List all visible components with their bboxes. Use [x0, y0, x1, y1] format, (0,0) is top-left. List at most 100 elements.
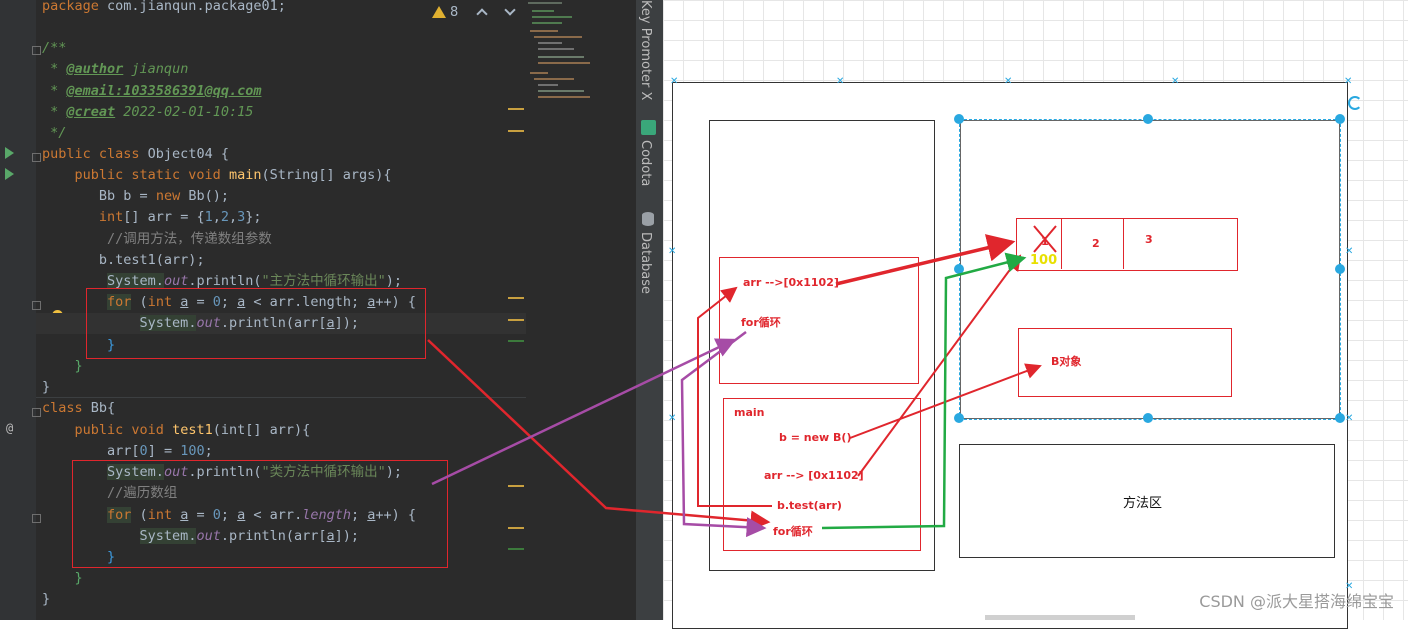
- b-new-label[interactable]: b = new B(): [779, 431, 851, 444]
- minimap-line: [538, 62, 590, 64]
- code-line-brace[interactable]: }: [42, 377, 50, 398]
- inspection-toolbar: 8: [432, 2, 516, 22]
- code-line-brace[interactable]: }: [42, 356, 83, 377]
- code-line-doc-author[interactable]: * @author jianqun: [42, 59, 188, 80]
- array-cell-3-value[interactable]: 3: [1145, 233, 1153, 246]
- tool-tab-codota[interactable]: Codota: [638, 140, 653, 186]
- fold-icon[interactable]: [32, 153, 41, 162]
- run-class-icon[interactable]: [5, 147, 14, 159]
- resize-handle[interactable]: [1335, 264, 1345, 274]
- minimap-line: [538, 56, 584, 58]
- code-line-doc-close[interactable]: */: [42, 123, 66, 144]
- code-line-class-object04[interactable]: public class Object04 {: [42, 144, 229, 165]
- warning-stripe[interactable]: [508, 297, 524, 299]
- connection-point-icon[interactable]: ✕: [1171, 76, 1179, 87]
- minimap-line: [538, 42, 562, 44]
- array-cell-divider: [1061, 219, 1062, 269]
- connection-point-icon[interactable]: ✕: [1004, 76, 1012, 87]
- chevron-up-icon[interactable]: [476, 8, 488, 20]
- warning-stripe[interactable]: [508, 527, 524, 529]
- code-line-main[interactable]: public static void main(String[] args){: [42, 165, 392, 186]
- resize-handle[interactable]: [954, 114, 964, 124]
- tool-tab-key-promoter[interactable]: Key Promoter X: [638, 0, 653, 100]
- array-cell-2-value[interactable]: 2: [1092, 237, 1100, 250]
- connection-point-icon[interactable]: ✕: [668, 413, 676, 424]
- minimap-line: [538, 84, 558, 86]
- code-line-doc-creat[interactable]: * @creat 2022-02-01-10:15: [42, 102, 253, 123]
- database-icon[interactable]: [642, 212, 654, 226]
- for-loop-bottom-label[interactable]: for循环: [773, 523, 813, 539]
- run-main-icon[interactable]: [5, 168, 14, 180]
- tool-tab-database[interactable]: Database: [638, 232, 653, 294]
- connection-point-icon[interactable]: ✕: [668, 246, 676, 257]
- fold-icon[interactable]: [32, 514, 41, 523]
- minimap-line: [532, 16, 572, 18]
- arr-ref-main-label[interactable]: arr --> [0x1102]: [764, 469, 864, 482]
- fold-icon[interactable]: [32, 408, 41, 417]
- connection-point-icon[interactable]: ✕: [1344, 76, 1352, 87]
- code-line-arr-assign[interactable]: arr[0] = 100;: [42, 441, 213, 462]
- warning-stripe[interactable]: [508, 108, 524, 110]
- warning-count[interactable]: 8: [450, 5, 458, 20]
- chevron-down-icon[interactable]: [504, 4, 516, 16]
- csdn-watermark: CSDN @派大星搭海绵宝宝: [1199, 592, 1394, 611]
- code-line-comment-call[interactable]: //调用方法，传递数组参数: [42, 229, 272, 250]
- implementation-marker-icon[interactable]: @: [6, 421, 13, 435]
- fold-icon[interactable]: [32, 46, 41, 55]
- fold-icon[interactable]: [32, 301, 41, 310]
- warning-stripe[interactable]: [508, 130, 524, 132]
- resize-handle[interactable]: [954, 413, 964, 423]
- horizontal-scrollbar[interactable]: [985, 615, 1135, 620]
- warning-stripe[interactable]: [508, 485, 524, 487]
- minimap-line: [538, 90, 584, 92]
- code-line-class-bb[interactable]: class Bb{: [42, 398, 115, 419]
- minimap-line: [532, 22, 562, 24]
- code-line-arr-decl[interactable]: int[] arr = {1,2,3};: [42, 207, 262, 228]
- minimap-line: [528, 2, 562, 4]
- connection-point-icon[interactable]: ✕: [1345, 246, 1353, 257]
- b-test-label[interactable]: b.test(arr): [777, 499, 842, 512]
- connection-point-icon[interactable]: ✕: [836, 76, 844, 87]
- arr-ref-heap-label[interactable]: arr -->[0x1102]: [743, 276, 839, 289]
- minimap-line: [534, 78, 574, 80]
- minimap-line: [530, 30, 558, 32]
- resize-handle[interactable]: [1143, 413, 1153, 423]
- resize-handle[interactable]: [1335, 413, 1345, 423]
- warning-icon[interactable]: [432, 6, 446, 18]
- code-line-doc-email[interactable]: * @email:1033586391@qq.com: [42, 81, 261, 102]
- connection-point-icon[interactable]: ✕: [1345, 413, 1353, 424]
- array-cell-1-new-value[interactable]: 100: [1030, 253, 1057, 268]
- minimap-line: [530, 72, 548, 74]
- annotation-box-class-loop: [72, 460, 448, 568]
- array-cell-1-value[interactable]: 1: [1041, 235, 1049, 248]
- change-stripe[interactable]: [508, 340, 524, 342]
- warning-stripe[interactable]: [508, 319, 524, 321]
- code-line-call-test1[interactable]: b.test1(arr);: [42, 250, 205, 271]
- array-cell-divider: [1123, 219, 1124, 269]
- rotate-icon[interactable]: [1348, 96, 1362, 110]
- diagram-canvas[interactable]: ✕ ✕ ✕ ✕ ✕ ✕ ✕ ✕ ✕ ✕ arr -->[0x1102] for循…: [663, 0, 1408, 629]
- code-line-bb-decl[interactable]: Bb b = new Bb();: [42, 186, 229, 207]
- minimap-line: [532, 10, 554, 12]
- resize-handle[interactable]: [1335, 114, 1345, 124]
- method-area-label: 方法区: [1123, 496, 1163, 511]
- minimap-line: [538, 96, 590, 98]
- for-loop-top-label[interactable]: for循环: [741, 314, 781, 330]
- code-editor[interactable]: @ 8 package com.jianqun.package01; /** *…: [0, 0, 636, 620]
- editor-gutter: @: [0, 0, 41, 620]
- main-frame-label[interactable]: main: [734, 406, 765, 419]
- resize-handle[interactable]: [954, 264, 964, 274]
- minimap-line: [534, 36, 582, 38]
- code-line-doc-open[interactable]: /**: [42, 38, 66, 59]
- codota-icon[interactable]: [641, 120, 656, 135]
- connection-point-icon[interactable]: ✕: [670, 76, 678, 87]
- minimap-line: [538, 48, 574, 50]
- code-line-brace[interactable]: }: [42, 568, 83, 589]
- code-line-package[interactable]: package com.jianqun.package01;: [42, 0, 286, 17]
- b-object-label[interactable]: B对象: [1051, 353, 1081, 369]
- change-stripe[interactable]: [508, 548, 524, 550]
- code-line-brace[interactable]: }: [42, 589, 50, 610]
- code-line-test1[interactable]: public void test1(int[] arr){: [42, 420, 311, 441]
- code-minimap[interactable]: [524, 0, 636, 110]
- resize-handle[interactable]: [1143, 114, 1153, 124]
